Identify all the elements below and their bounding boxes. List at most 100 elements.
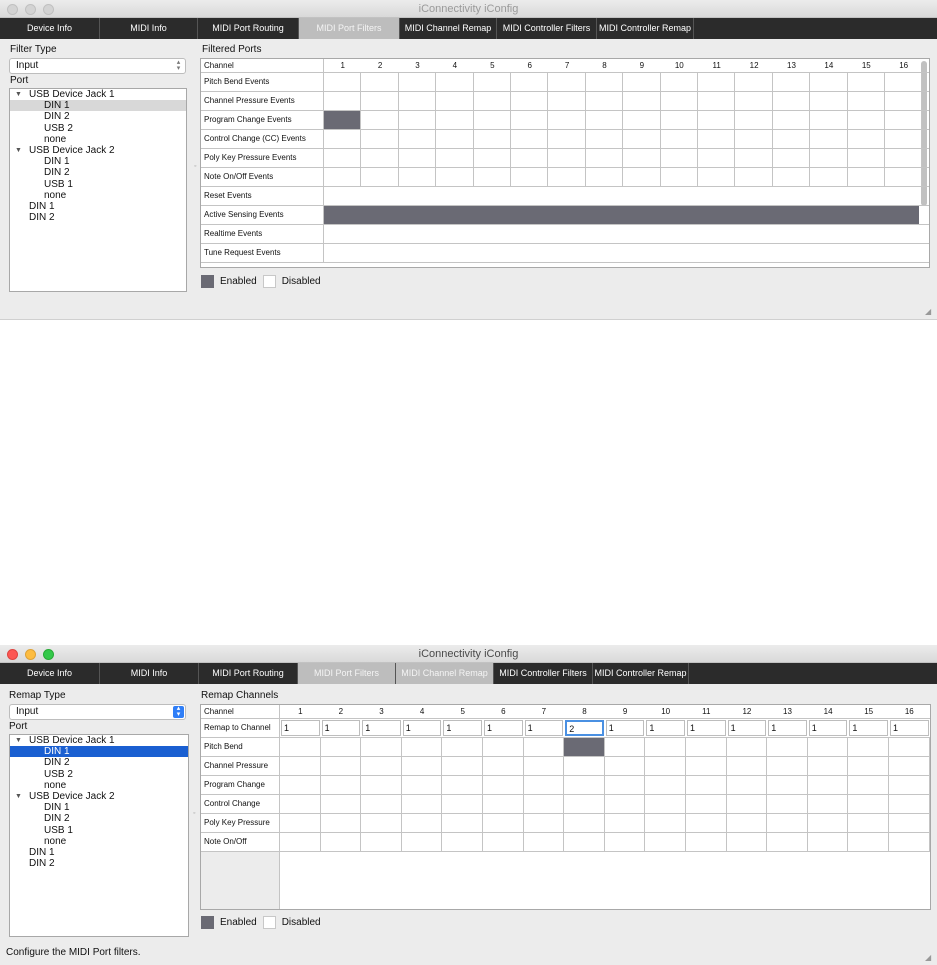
remap-channel-field[interactable]: 1: [402, 720, 442, 736]
tree-item[interactable]: USB 1: [10, 825, 188, 836]
tab-midi-info[interactable]: MIDI Info: [100, 663, 199, 684]
split-handle-icon[interactable]: ◦: [193, 810, 197, 817]
window-title-bar[interactable]: iConnectivity iConfig: [0, 645, 937, 663]
tab-midi-controller-remap[interactable]: MIDI Controller Remap: [597, 18, 694, 39]
filter-toggle-cell[interactable]: [848, 111, 885, 129]
filter-toggle-cell[interactable]: [361, 149, 399, 167]
filter-toggle-cell[interactable]: [661, 92, 698, 110]
filter-toggle-cell[interactable]: [399, 168, 437, 186]
remap-toggle-cell[interactable]: [686, 795, 727, 813]
remap-toggle-cell[interactable]: [889, 776, 930, 794]
filter-toggle-cell[interactable]: [474, 168, 511, 186]
split-handle-icon[interactable]: ◦: [194, 163, 198, 170]
remap-toggle-cell[interactable]: [808, 795, 849, 813]
filter-toggle-cell[interactable]: [436, 111, 474, 129]
filter-toggle-cell[interactable]: [511, 130, 549, 148]
filter-toggle-cell[interactable]: [885, 111, 923, 129]
filter-toggle-cell[interactable]: [698, 130, 736, 148]
close-button-icon[interactable]: [7, 4, 18, 15]
tree-item[interactable]: none: [10, 190, 186, 201]
remap-toggle-cell[interactable]: [686, 757, 727, 775]
remap-toggle-cell[interactable]: [808, 833, 849, 851]
remap-toggle-cell[interactable]: [645, 833, 686, 851]
remap-toggle-cell[interactable]: [442, 738, 483, 756]
remap-toggle-cell[interactable]: [767, 757, 808, 775]
tab-device-info[interactable]: Device Info: [0, 18, 100, 39]
filter-toggle-cell[interactable]: [773, 111, 811, 129]
filter-toggle-cell[interactable]: [623, 130, 661, 148]
filter-toggle-cell[interactable]: [661, 111, 698, 129]
remap-toggle-cell[interactable]: [402, 776, 443, 794]
filter-toggle-cell[interactable]: [848, 130, 885, 148]
remap-toggle-cell[interactable]: [442, 814, 483, 832]
filter-toggle-cell[interactable]: [885, 73, 923, 91]
remap-channel-field[interactable]: 1: [281, 720, 320, 736]
remap-toggle-cell[interactable]: [889, 814, 930, 832]
filter-toggle-cell[interactable]: [548, 168, 586, 186]
tab-midi-channel-remap[interactable]: MIDI Channel Remap: [400, 18, 497, 39]
remap-type-select[interactable]: Input ▴ ▾: [9, 704, 186, 720]
remap-channel-field[interactable]: 1: [321, 720, 361, 736]
filter-toggle-cell[interactable]: [548, 111, 586, 129]
remap-toggle-cell[interactable]: [483, 776, 524, 794]
filter-toggle-cell[interactable]: [661, 168, 698, 186]
remap-toggle-cell[interactable]: [645, 814, 686, 832]
system-filter-toggle[interactable]: [324, 187, 919, 205]
system-filter-toggle[interactable]: [324, 244, 919, 262]
tab-midi-controller-filters[interactable]: MIDI Controller Filters: [497, 18, 597, 39]
remap-toggle-cell[interactable]: [564, 833, 605, 851]
filter-toggle-cell[interactable]: [773, 130, 811, 148]
filter-toggle-cell[interactable]: [773, 92, 811, 110]
tree-item[interactable]: ▼ USB Device Jack 2: [10, 145, 186, 156]
filter-toggle-cell[interactable]: [324, 130, 362, 148]
filter-toggle-cell[interactable]: [810, 92, 848, 110]
remap-channel-field[interactable]: 1: [890, 720, 929, 736]
filter-toggle-cell[interactable]: [848, 149, 885, 167]
minimize-button-icon[interactable]: [25, 649, 36, 660]
filter-toggle-cell[interactable]: [810, 149, 848, 167]
remap-channel-field[interactable]: 1: [768, 720, 807, 736]
tree-item[interactable]: DIN 1: [10, 201, 186, 212]
filter-toggle-cell[interactable]: [698, 111, 736, 129]
remap-toggle-cell[interactable]: [280, 738, 321, 756]
remap-toggle-cell[interactable]: [727, 757, 768, 775]
remap-toggle-cell[interactable]: [605, 738, 646, 756]
tree-item[interactable]: DIN 1: [10, 746, 188, 758]
zoom-button-icon[interactable]: [43, 649, 54, 660]
tab-midi-port-filters[interactable]: MIDI Port Filters: [298, 663, 396, 684]
filter-toggle-cell[interactable]: [810, 168, 848, 186]
remap-toggle-cell[interactable]: [564, 776, 605, 794]
filter-toggle-cell[interactable]: [735, 130, 773, 148]
filter-toggle-cell[interactable]: [698, 149, 736, 167]
filter-toggle-cell[interactable]: [399, 130, 437, 148]
filter-toggle-cell[interactable]: [548, 73, 586, 91]
filter-toggle-cell[interactable]: [361, 111, 399, 129]
filter-toggle-cell[interactable]: [885, 168, 923, 186]
remap-toggle-cell[interactable]: [605, 757, 646, 775]
remap-toggle-cell[interactable]: [280, 757, 321, 775]
remap-toggle-cell[interactable]: [848, 833, 889, 851]
filter-toggle-cell[interactable]: [399, 92, 437, 110]
filter-toggle-cell[interactable]: [773, 168, 811, 186]
remap-toggle-cell[interactable]: [605, 795, 646, 813]
filter-type-select[interactable]: Input ▴ ▾: [9, 58, 186, 74]
window-title-bar[interactable]: iConnectivity iConfig: [0, 0, 937, 18]
filter-toggle-cell[interactable]: [548, 149, 586, 167]
filter-toggle-cell[interactable]: [361, 168, 399, 186]
tree-item[interactable]: DIN 2: [10, 212, 186, 223]
tree-item[interactable]: DIN 1: [10, 847, 188, 858]
filter-toggle-cell[interactable]: [511, 92, 549, 110]
remap-toggle-cell[interactable]: [645, 776, 686, 794]
remap-toggle-cell[interactable]: [727, 814, 768, 832]
zoom-button-icon[interactable]: [43, 4, 54, 15]
tab-midi-channel-remap[interactable]: MIDI Channel Remap: [396, 663, 494, 684]
remap-toggle-cell[interactable]: [767, 814, 808, 832]
filter-toggle-cell[interactable]: [474, 92, 511, 110]
filter-toggle-cell[interactable]: [623, 149, 661, 167]
tab-midi-port-routing[interactable]: MIDI Port Routing: [199, 663, 298, 684]
remap-toggle-cell[interactable]: [564, 757, 605, 775]
filter-toggle-cell[interactable]: [324, 73, 362, 91]
tree-item[interactable]: none: [10, 134, 186, 145]
tree-item[interactable]: DIN 2: [10, 111, 186, 122]
system-filter-toggle[interactable]: [324, 206, 919, 224]
